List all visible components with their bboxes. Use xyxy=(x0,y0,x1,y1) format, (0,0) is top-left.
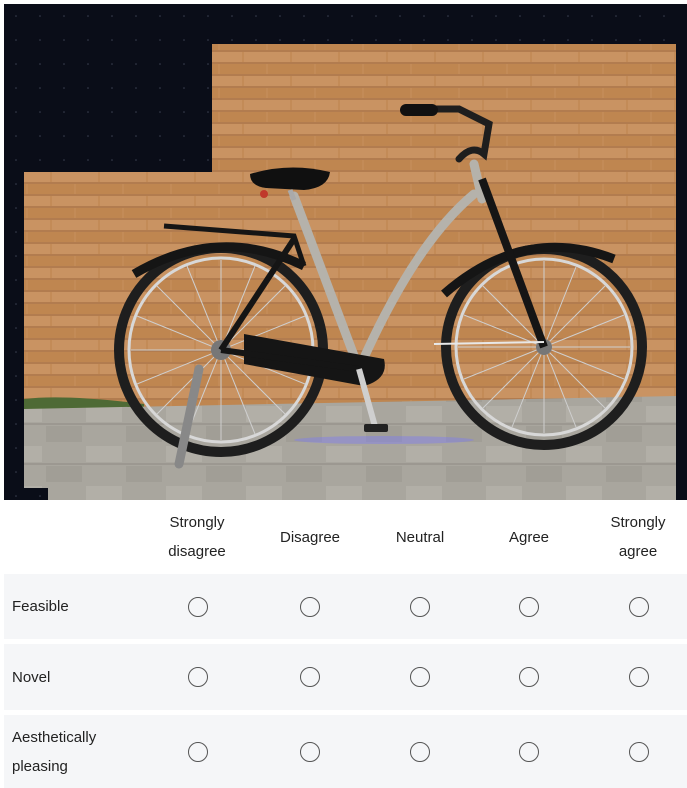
radio-feasible-strongly-agree[interactable] xyxy=(629,597,649,617)
radio-aesthetic-neutral[interactable] xyxy=(410,742,430,762)
radio-aesthetic-agree[interactable] xyxy=(519,742,539,762)
radio-feasible-neutral[interactable] xyxy=(410,597,430,617)
survey-row-feasible: Feasible xyxy=(4,574,687,639)
survey-header-row: Strongly disagree Disagree Neutral Agree… xyxy=(4,500,687,574)
radio-feasible-disagree[interactable] xyxy=(300,597,320,617)
column-header-strongly-agree: Strongly agree xyxy=(610,514,666,560)
radio-aesthetic-strongly-agree[interactable] xyxy=(629,742,649,762)
radio-aesthetic-strongly-disagree[interactable] xyxy=(188,742,208,762)
column-header-neutral: Neutral xyxy=(395,528,445,546)
row-label-aesthetically-pleasing: Aesthetically pleasing xyxy=(12,728,97,775)
bicycle-photo xyxy=(4,4,687,500)
column-header-agree: Agree xyxy=(508,528,550,546)
radio-novel-agree[interactable] xyxy=(519,667,539,687)
column-header-disagree: Disagree xyxy=(279,528,341,546)
survey-row-novel: Novel xyxy=(4,644,687,710)
bicycle-illustration xyxy=(4,4,687,500)
likert-survey: Strongly disagree Disagree Neutral Agree… xyxy=(4,500,687,788)
radio-novel-strongly-agree[interactable] xyxy=(629,667,649,687)
column-header-strongly-disagree: Strongly disagree xyxy=(168,514,226,560)
radio-novel-disagree[interactable] xyxy=(300,667,320,687)
survey-row-aesthetically-pleasing: Aesthetically pleasing xyxy=(4,715,687,788)
radio-feasible-strongly-disagree[interactable] xyxy=(188,597,208,617)
radio-aesthetic-disagree[interactable] xyxy=(300,742,320,762)
row-label-feasible: Feasible xyxy=(12,598,69,615)
radio-novel-neutral[interactable] xyxy=(410,667,430,687)
radio-novel-strongly-disagree[interactable] xyxy=(188,667,208,687)
radio-feasible-agree[interactable] xyxy=(519,597,539,617)
row-label-novel: Novel xyxy=(12,668,51,686)
